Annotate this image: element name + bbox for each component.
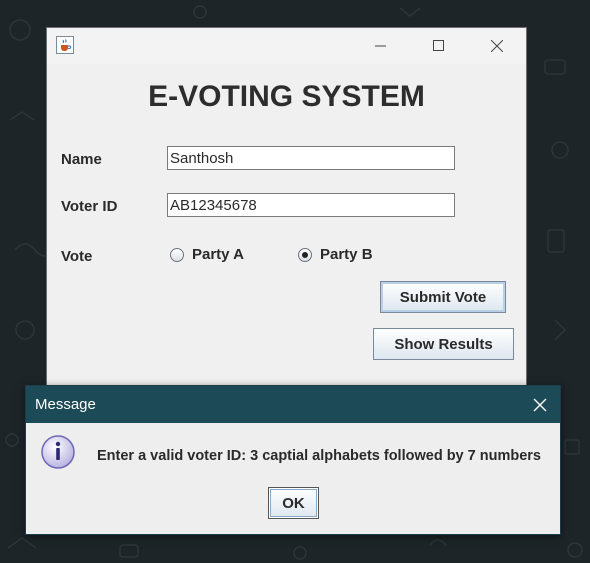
- voter-id-label: Voter ID: [61, 198, 118, 215]
- dialog-titlebar[interactable]: Message: [26, 386, 560, 423]
- radio-party-a[interactable]: Party A: [170, 246, 244, 263]
- radio-party-a-circle[interactable]: [170, 247, 184, 262]
- dialog-close-button[interactable]: [528, 393, 552, 417]
- radio-party-b-circle[interactable]: [298, 247, 312, 262]
- name-label: Name: [61, 151, 102, 168]
- vote-label: Vote: [61, 248, 93, 265]
- window-titlebar[interactable]: [47, 28, 526, 64]
- radio-party-a-label: Party A: [192, 246, 244, 263]
- minimize-icon: [375, 45, 386, 47]
- java-cup-icon: [56, 36, 74, 54]
- radio-party-b-label: Party B: [320, 246, 373, 263]
- dialog-message: Enter a valid voter ID: 3 captial alphab…: [97, 448, 541, 464]
- ok-button[interactable]: OK: [268, 487, 319, 519]
- close-window-button[interactable]: [474, 28, 520, 64]
- maximize-icon: [433, 40, 444, 51]
- message-dialog: Message Enter a valid voter ID: 3 captia…: [25, 385, 561, 535]
- maximize-button[interactable]: [416, 28, 462, 64]
- close-icon: [533, 398, 547, 412]
- info-icon: [40, 434, 76, 474]
- name-input[interactable]: [167, 146, 455, 170]
- minimize-button[interactable]: [358, 28, 404, 64]
- radio-party-b[interactable]: Party B: [298, 246, 373, 263]
- page-title: E-VOTING SYSTEM: [148, 80, 425, 113]
- voter-id-input[interactable]: [167, 193, 455, 217]
- close-icon: [491, 40, 503, 52]
- submit-vote-button[interactable]: Submit Vote: [380, 281, 506, 313]
- dialog-title: Message: [35, 396, 96, 413]
- show-results-button[interactable]: Show Results: [373, 328, 514, 360]
- main-window: E-VOTING SYSTEM Name Voter ID Vote Party…: [46, 27, 527, 407]
